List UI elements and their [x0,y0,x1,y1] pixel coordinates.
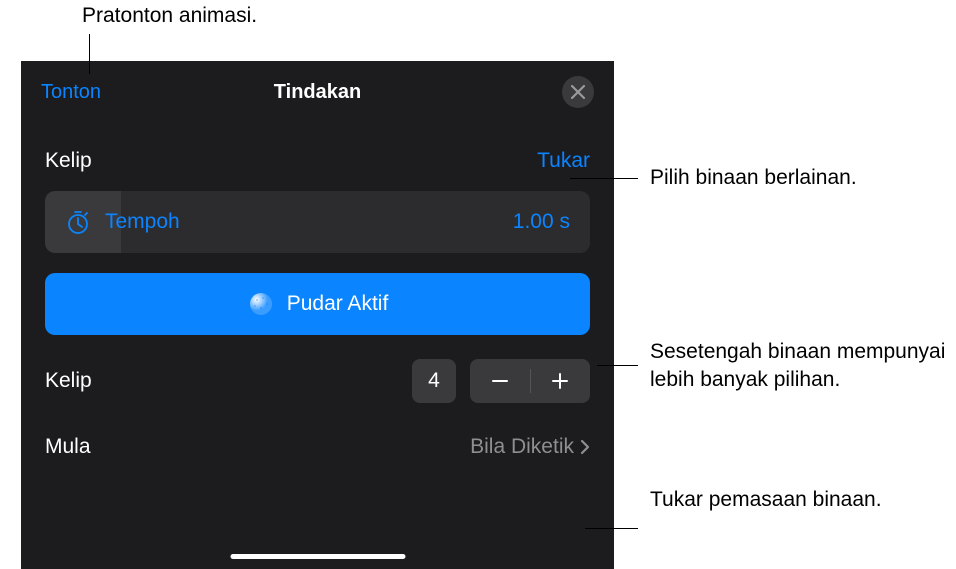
duration-slider[interactable]: Tempoh 1.00 s [45,191,590,253]
close-icon [571,85,585,99]
kelip-stepper [470,359,590,403]
duration-left: Tempoh [65,209,180,235]
change-button[interactable]: Tukar [537,149,590,173]
plus-icon [551,372,569,390]
actions-panel: Tonton Tindakan Kelip Tukar Tempoh [21,61,614,569]
callout-line [597,365,638,366]
timer-icon [65,209,91,235]
fade-icon [247,290,275,318]
start-row: Mula Bila Diketik [21,403,614,459]
duration-content: Tempoh 1.00 s [65,209,570,235]
home-indicator [230,554,405,559]
callout-line [570,178,638,179]
effect-option-label: Pudar Aktif [287,292,389,316]
effect-name-label: Kelip [45,149,92,173]
start-label: Mula [45,435,91,459]
callout-timing: Tukar pemasaan binaan. [650,486,882,514]
callout-preview: Pratonton animasi. [82,2,257,30]
kelip-count-label: Kelip [45,369,92,393]
effect-option-button[interactable]: Pudar Aktif [45,273,590,335]
kelip-count-row: Kelip 4 [21,335,614,403]
callout-options: Sesetengah binaan mempunyai lebih banyak… [650,338,956,395]
stepper-minus-button[interactable] [470,359,530,403]
chevron-right-icon [580,439,590,455]
start-selector[interactable]: Bila Diketik [470,435,590,459]
start-value: Bila Diketik [470,435,574,459]
watch-button[interactable]: Tonton [41,81,101,104]
callout-line [89,34,90,74]
callout-line [585,528,638,529]
panel-title: Tindakan [274,81,361,104]
panel-header: Tonton Tindakan [21,61,614,115]
callout-change: Pilih binaan berlainan. [650,164,857,192]
duration-value: 1.00 s [513,210,570,234]
close-button[interactable] [562,76,594,108]
kelip-controls: 4 [412,359,590,403]
duration-label: Tempoh [105,210,180,234]
kelip-count-value: 4 [412,359,456,403]
section-header-row: Kelip Tukar [21,115,614,191]
stepper-plus-button[interactable] [531,359,591,403]
minus-icon [491,372,509,390]
